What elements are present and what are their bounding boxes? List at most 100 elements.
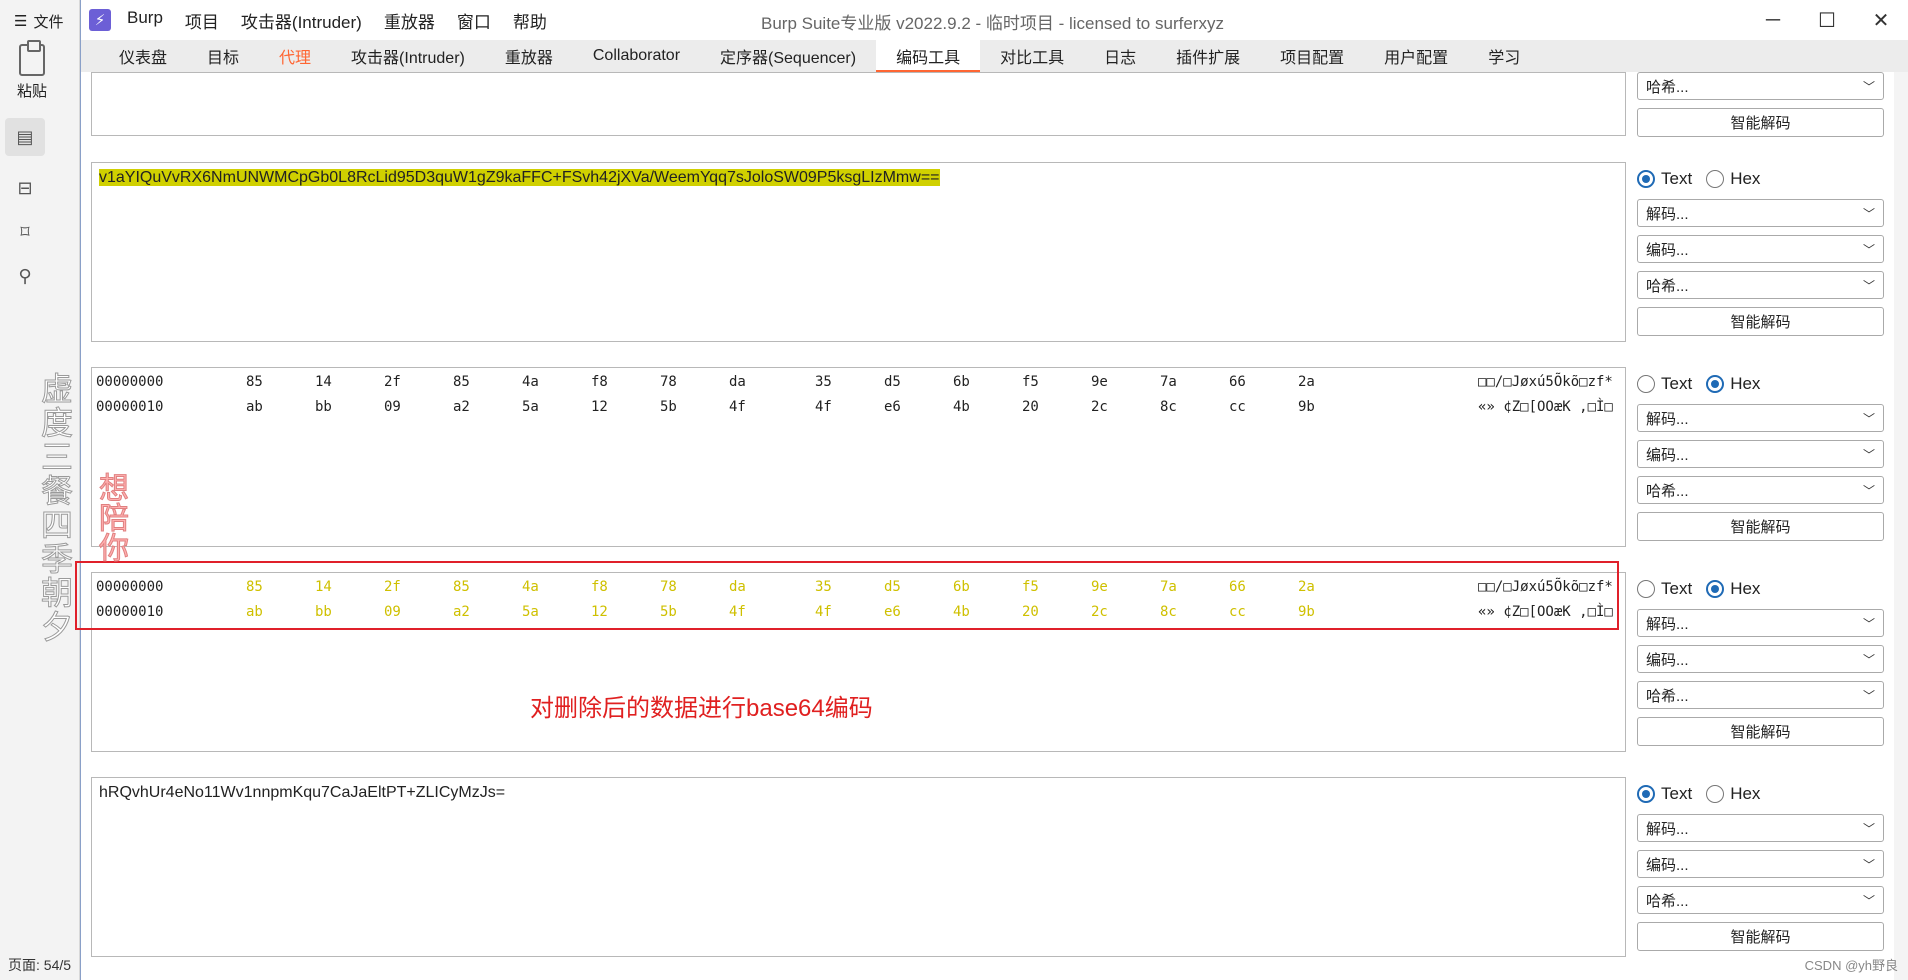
encode-select[interactable]: 编码... ﹀ [1637,850,1884,878]
hex-byte[interactable]: 5b [660,399,677,415]
encode-select[interactable]: 编码... ﹀ [1637,235,1884,263]
hex-byte[interactable]: 4f [815,399,832,415]
tab-user-options[interactable]: 用户配置 [1364,40,1468,72]
hex-byte[interactable]: 14 [315,374,332,390]
hex-byte[interactable]: bb [315,399,332,415]
radio-text-on[interactable] [1637,170,1655,188]
hash-select[interactable]: 哈希... ﹀ [1637,681,1884,709]
hex-byte[interactable]: da [729,374,746,390]
tab-decoder[interactable]: 编码工具 [876,40,981,72]
tab-proxy[interactable]: 代理 [259,40,331,72]
hex-byte[interactable]: 20 [1022,399,1039,415]
hex-byte[interactable]: 66 [1229,374,1246,390]
hex-byte[interactable]: 5a [522,399,539,415]
radio-hex-on[interactable] [1706,375,1725,393]
hex-byte[interactable]: cc [1229,399,1246,415]
search-icon[interactable]: ⚲ [14,264,36,288]
radio-hex-on[interactable] [1706,580,1725,598]
decoder-pane-1[interactable]: v1aYIQuVvRX6NmUNWMCpGb0L8RcLid95D3quW1gZ… [91,162,1626,342]
tab-dashboard[interactable]: 仪表盘 [99,40,187,72]
scrollbar[interactable] [1894,72,1908,980]
hex-byte[interactable]: 4f [729,399,746,415]
decode-select[interactable]: 解码... ﹀ [1637,814,1884,842]
hex-byte[interactable]: 85 [453,374,470,390]
smart-decode-button[interactable]: 智能解码 [1637,307,1884,336]
radio-text-on[interactable] [1637,785,1655,803]
decode-select[interactable]: 解码... ﹀ [1637,609,1884,637]
radio-text-off[interactable] [1637,375,1655,393]
hex-byte[interactable]: 4a [522,374,539,390]
hex-byte[interactable]: 78 [660,374,677,390]
decoder-pane-4-text[interactable]: hRQvhUr4eNo11Wv1nnpmKqu7CaJaEltPT+ZLICyM… [92,778,1625,808]
close-icon[interactable]: ✕ [1854,0,1908,40]
decoder-pane-0[interactable] [91,72,1626,136]
hex-byte[interactable]: 9e [1091,374,1108,390]
hamburger-icon[interactable]: ☰ [14,12,27,30]
hex-byte[interactable]: 2c [1091,399,1108,415]
pages-icon[interactable]: ▤ [5,118,45,156]
hex-byte[interactable]: e6 [884,399,901,415]
tab-learn[interactable]: 学习 [1468,40,1540,72]
radio-text-off[interactable] [1637,580,1655,598]
hex-byte[interactable]: f8 [591,374,608,390]
host-menu[interactable]: ☰ 文件 [14,10,63,32]
menu-project[interactable]: 项目 [185,8,219,33]
hex-byte[interactable]: 85 [246,374,263,390]
chevron-down-icon: ﹀ [1862,278,1875,293]
tab-comparer[interactable]: 对比工具 [980,40,1084,72]
hex-byte[interactable]: 12 [591,399,608,415]
menu-burp[interactable]: Burp [127,8,163,33]
tab-intruder[interactable]: 攻击器(Intruder) [331,40,485,72]
menu-help[interactable]: 帮助 [513,8,547,33]
hex-byte[interactable]: 2a [1298,374,1315,390]
tab-project-options[interactable]: 项目配置 [1260,40,1364,72]
paste-button[interactable]: 粘贴 [12,40,52,101]
hex-byte[interactable]: 35 [815,374,832,390]
tab-logger[interactable]: 日志 [1084,40,1156,72]
decoder-pane-2[interactable]: 00000000 85 14 2f 85 4a f8 78 da 35 d5 6b f5 9e 7a 66 2a… [91,367,1626,547]
hex-byte[interactable]: 4b [953,399,970,415]
hex-byte[interactable]: 6b [953,374,970,390]
hash-select[interactable]: 哈希... ﹀ [1637,72,1884,100]
hash-select[interactable]: 哈希... ﹀ [1637,886,1884,914]
hex-byte[interactable]: 9b [1298,399,1315,415]
radio-hex-off[interactable] [1706,170,1725,188]
chevron-down-icon: ﹀ [1862,483,1875,498]
hex-byte[interactable]: f5 [1022,374,1039,390]
decode-select[interactable]: 解码... ﹀ [1637,199,1884,227]
menu-intruder[interactable]: 攻击器(Intruder) [241,8,362,33]
smart-decode-button[interactable]: 智能解码 [1637,108,1884,137]
host-menu-label[interactable]: 文件 [33,11,63,32]
smart-decode-button[interactable]: 智能解码 [1637,922,1884,951]
smart-decode-button[interactable]: 智能解码 [1637,512,1884,541]
decoder-pane-0-text[interactable] [92,73,1625,85]
hex-byte[interactable]: ab [246,399,263,415]
hex-byte[interactable]: d5 [884,374,901,390]
hex-byte[interactable]: 7a [1160,374,1177,390]
attachment-icon[interactable]: ⊟ [14,176,36,200]
decoder-pane-4[interactable]: hRQvhUr4eNo11Wv1nnpmKqu7CaJaEltPT+ZLICyM… [91,777,1626,957]
annotation-highlight-box [75,561,1619,630]
menu-window[interactable]: 窗口 [457,8,491,33]
bookmark-icon[interactable]: ⌑ [14,220,36,244]
tab-sequencer[interactable]: 定序器(Sequencer) [700,40,876,72]
decode-select[interactable]: 解码... ﹀ [1637,404,1884,432]
hash-select[interactable]: 哈希... ﹀ [1637,271,1884,299]
maximize-icon[interactable]: ☐ [1800,0,1854,40]
encode-select[interactable]: 编码... ﹀ [1637,440,1884,468]
hex-byte[interactable]: 8c [1160,399,1177,415]
smart-decode-button[interactable]: 智能解码 [1637,717,1884,746]
menu-repeater[interactable]: 重放器 [384,8,435,33]
minimize-icon[interactable]: ─ [1746,0,1800,40]
hex-byte[interactable]: 09 [384,399,401,415]
tab-collaborator[interactable]: Collaborator [573,40,700,72]
decoder-pane-1-text[interactable]: v1aYIQuVvRX6NmUNWMCpGb0L8RcLid95D3quW1gZ… [99,169,940,186]
hex-byte[interactable]: a2 [453,399,470,415]
radio-hex-off[interactable] [1706,785,1725,803]
hash-select[interactable]: 哈希... ﹀ [1637,476,1884,504]
tab-target[interactable]: 目标 [187,40,259,72]
tab-repeater[interactable]: 重放器 [485,40,573,72]
hex-byte[interactable]: 2f [384,374,401,390]
tab-extensions[interactable]: 插件扩展 [1156,40,1260,72]
encode-select[interactable]: 编码... ﹀ [1637,645,1884,673]
